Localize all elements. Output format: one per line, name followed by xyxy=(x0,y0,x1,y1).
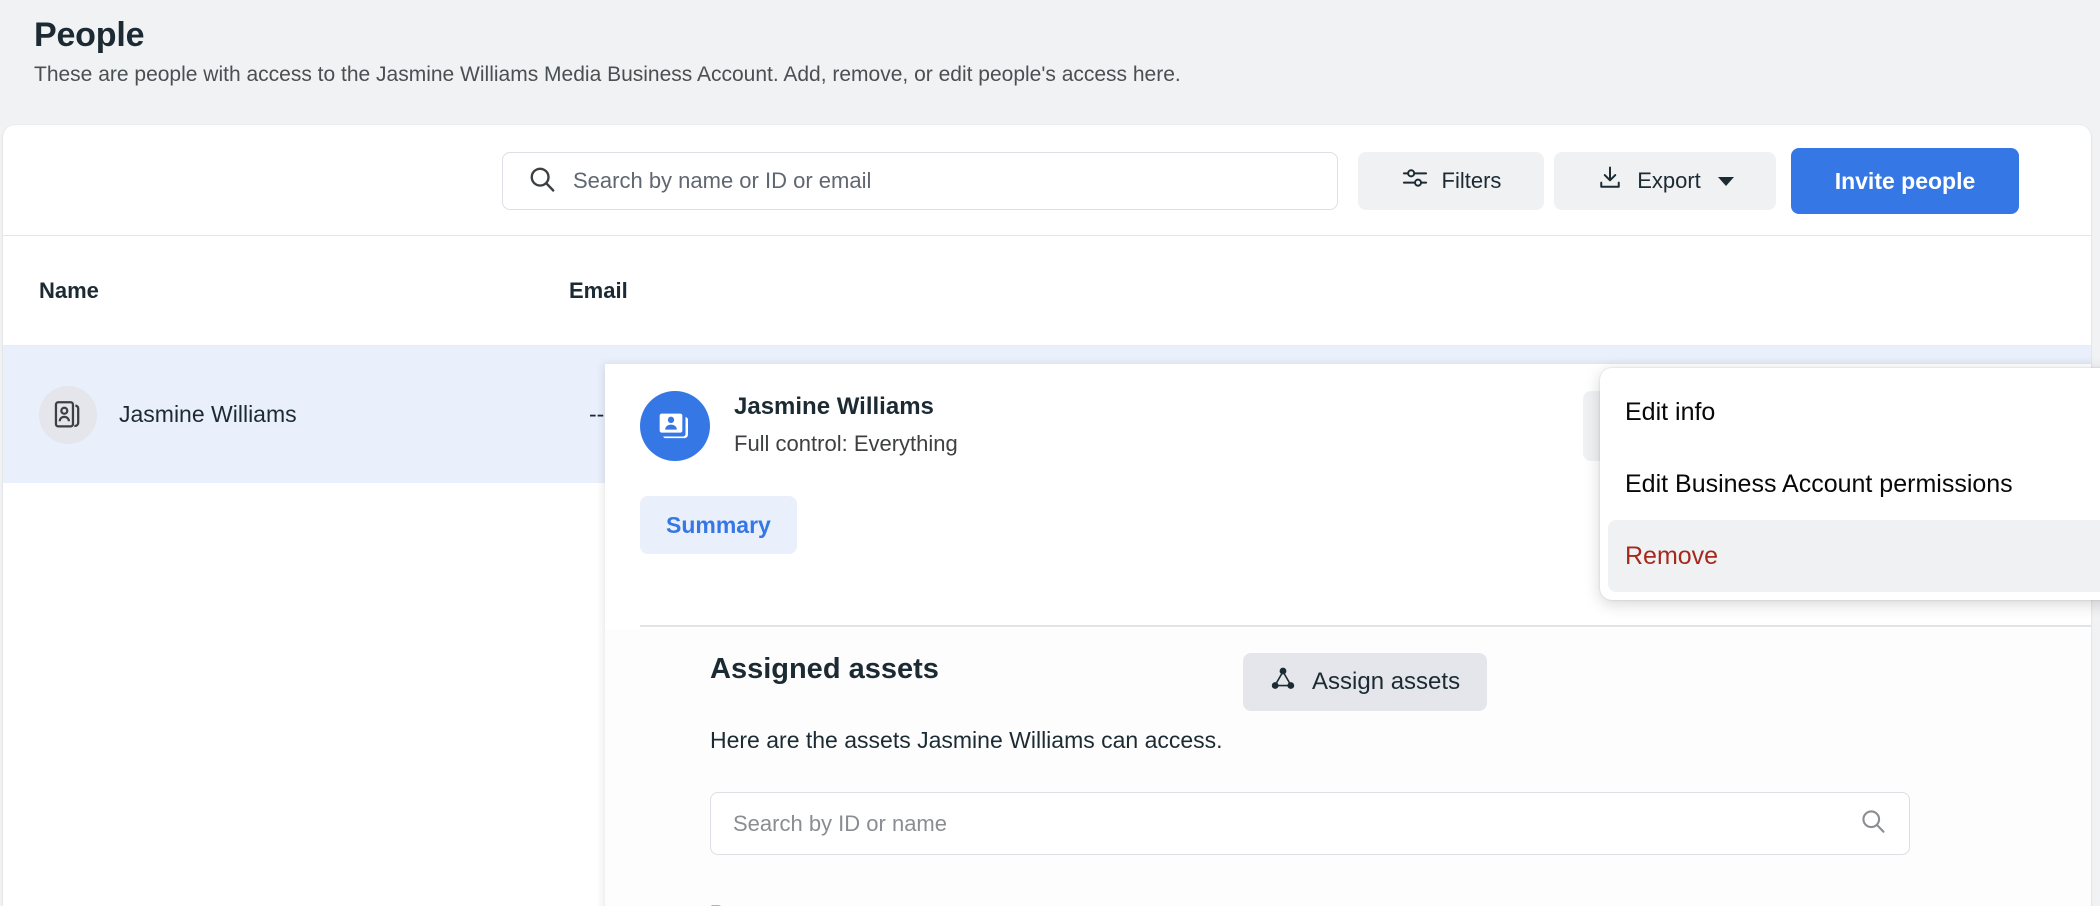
assign-assets-icon xyxy=(1270,666,1296,699)
assets-section-label: Pages xyxy=(710,901,775,906)
export-label: Export xyxy=(1637,168,1701,194)
invite-people-button[interactable]: Invite people xyxy=(1791,148,2019,214)
page-subtitle: These are people with access to the Jasm… xyxy=(34,60,1181,90)
tab-summary-label: Summary xyxy=(666,512,771,539)
toolbar: Filters Export Invite people xyxy=(3,125,2091,236)
column-header-name: Name xyxy=(39,278,569,304)
chevron-down-icon xyxy=(1718,177,1734,186)
assigned-assets-assign-label: Assign assets xyxy=(1312,668,1460,696)
assigned-assets-section: Assigned assets Here are the assets Jasm… xyxy=(605,629,2091,906)
menu-item-edit-info[interactable]: Edit info xyxy=(1608,376,2100,448)
more-options-menu: Edit info Edit Business Account permissi… xyxy=(1600,368,2100,600)
menu-item-label: Edit info xyxy=(1625,398,1715,427)
menu-item-label: Remove xyxy=(1625,542,1718,571)
menu-item-label: Edit Business Account permissions xyxy=(1625,470,2013,499)
table-header-row: Name Email xyxy=(3,236,2091,346)
menu-item-edit-business-account-permissions[interactable]: Edit Business Account permissions xyxy=(1608,448,2100,520)
drawer-person-avatar xyxy=(640,391,710,461)
drawer-divider xyxy=(640,625,2091,627)
export-button[interactable]: Export xyxy=(1554,152,1776,210)
drawer-person-role: Full control: Everything xyxy=(734,431,958,457)
filters-icon xyxy=(1401,164,1429,198)
filters-label: Filters xyxy=(1442,168,1502,194)
table-cell-name: Jasmine Williams xyxy=(119,401,589,428)
assigned-assets-title: Assigned assets xyxy=(710,653,939,686)
page-header: People These are people with access to t… xyxy=(34,14,1181,90)
drawer-person-name: Jasmine Williams xyxy=(734,393,934,421)
download-icon xyxy=(1596,164,1624,198)
page-title: People xyxy=(34,14,1181,56)
assigned-assets-description: Here are the assets Jasmine Williams can… xyxy=(710,727,1223,754)
person-avatar xyxy=(39,386,97,444)
invite-people-label: Invite people xyxy=(1835,168,1976,195)
assets-search-input[interactable] xyxy=(733,811,1859,837)
search-box[interactable] xyxy=(502,152,1338,210)
table-cell-email: -- xyxy=(589,401,604,428)
people-page: People These are people with access to t… xyxy=(0,0,2100,906)
drawer-tabs: Summary xyxy=(640,496,797,554)
filters-button[interactable]: Filters xyxy=(1358,152,1544,210)
menu-item-remove[interactable]: Remove xyxy=(1608,520,2100,592)
column-header-email: Email xyxy=(569,278,628,304)
search-icon xyxy=(527,164,557,199)
tab-summary[interactable]: Summary xyxy=(640,496,797,554)
search-icon xyxy=(1859,807,1887,840)
search-input[interactable] xyxy=(573,168,1321,194)
assigned-assets-assign-button[interactable]: Assign assets xyxy=(1243,653,1487,711)
assets-search-box[interactable] xyxy=(710,792,1910,855)
